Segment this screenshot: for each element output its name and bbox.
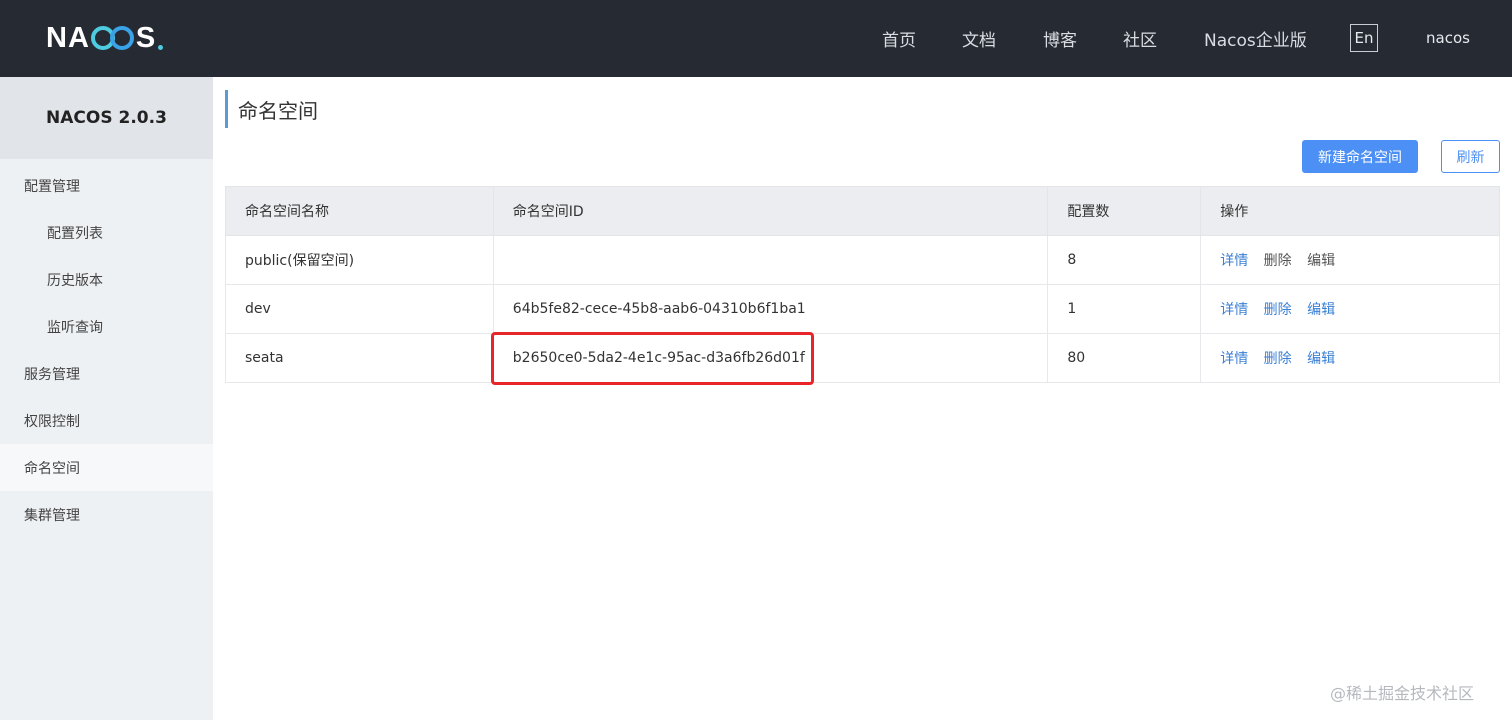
sidebar-item-namespace[interactable]: 命名空间 <box>0 444 213 491</box>
watermark: @稀土掘金技术社区 <box>1330 684 1475 703</box>
details-link[interactable]: 详情 <box>1220 302 1248 318</box>
refresh-button[interactable]: 刷新 <box>1441 140 1500 173</box>
row-actions: 详情 删除 编辑 <box>1200 284 1500 334</box>
namespace-name: public(保留空间) <box>225 235 494 285</box>
highlight-box <box>491 332 814 385</box>
nav-blog[interactable]: 博客 <box>1043 26 1077 51</box>
sidebar-item-config-management[interactable]: 配置管理 <box>0 162 213 209</box>
details-link[interactable]: 详情 <box>1220 253 1248 269</box>
delete-link[interactable]: 删除 <box>1264 253 1292 269</box>
row-actions: 详情 删除 编辑 <box>1200 235 1500 285</box>
column-header-config-count: 配置数 <box>1047 186 1202 236</box>
nacos-logo[interactable]: NA S <box>46 18 164 58</box>
table-row: public(保留空间) 8 详情 删除 编辑 <box>225 235 1500 285</box>
page-title: 命名空间 <box>225 90 318 128</box>
column-header-actions: 操作 <box>1200 186 1500 236</box>
delete-link[interactable]: 删除 <box>1264 302 1292 318</box>
table-row: seata b2650ce0-5da2-4e1c-95ac-d3a6fb26d0… <box>225 333 1500 383</box>
nav-docs[interactable]: 文档 <box>962 26 996 51</box>
namespace-table: 命名空间名称 命名空间ID 配置数 操作 public(保留空间) 8 详情 删… <box>225 186 1500 383</box>
edit-link[interactable]: 编辑 <box>1307 253 1335 269</box>
details-link[interactable]: 详情 <box>1220 351 1248 367</box>
sidebar: NACOS 2.0.3 配置管理 配置列表 历史版本 监听查询 服务管理 权限控… <box>0 77 213 720</box>
sidebar-item-listener-query[interactable]: 监听查询 <box>0 303 213 350</box>
edit-link[interactable]: 编辑 <box>1307 351 1335 367</box>
language-switch[interactable]: En <box>1350 24 1378 52</box>
row-actions: 详情 删除 编辑 <box>1200 333 1500 383</box>
sidebar-item-history-version[interactable]: 历史版本 <box>0 256 213 303</box>
config-count: 80 <box>1047 333 1202 383</box>
user-menu[interactable]: nacos <box>1426 29 1470 47</box>
nav-home[interactable]: 首页 <box>882 26 916 51</box>
namespace-name: dev <box>225 284 494 334</box>
sidebar-item-cluster-management[interactable]: 集群管理 <box>0 491 213 538</box>
sidebar-item-config-list[interactable]: 配置列表 <box>0 209 213 256</box>
delete-link[interactable]: 删除 <box>1264 351 1292 367</box>
edit-link[interactable]: 编辑 <box>1307 302 1335 318</box>
nav-community[interactable]: 社区 <box>1123 26 1157 51</box>
sidebar-item-permission-control[interactable]: 权限控制 <box>0 397 213 444</box>
table-header-row: 命名空间名称 命名空间ID 配置数 操作 <box>225 186 1500 236</box>
config-count: 8 <box>1047 235 1202 285</box>
config-count: 1 <box>1047 284 1202 334</box>
create-namespace-button[interactable]: 新建命名空间 <box>1302 140 1418 173</box>
sidebar-version-title: NACOS 2.0.3 <box>0 77 213 159</box>
namespace-id: 64b5fe82-cece-45b8-aab6-04310b6f1ba1 <box>492 284 1049 334</box>
namespace-id <box>492 235 1049 285</box>
namespace-name: seata <box>225 333 494 383</box>
sidebar-item-service-management[interactable]: 服务管理 <box>0 350 213 397</box>
column-header-id: 命名空间ID <box>492 186 1049 236</box>
nav-enterprise[interactable]: Nacos企业版 <box>1204 26 1307 51</box>
top-navbar: NA S 首页 文档 博客 社区 Nacos企业版 En nacos <box>0 0 1512 77</box>
table-row: dev 64b5fe82-cece-45b8-aab6-04310b6f1ba1… <box>225 284 1500 334</box>
column-header-name: 命名空间名称 <box>225 186 494 236</box>
